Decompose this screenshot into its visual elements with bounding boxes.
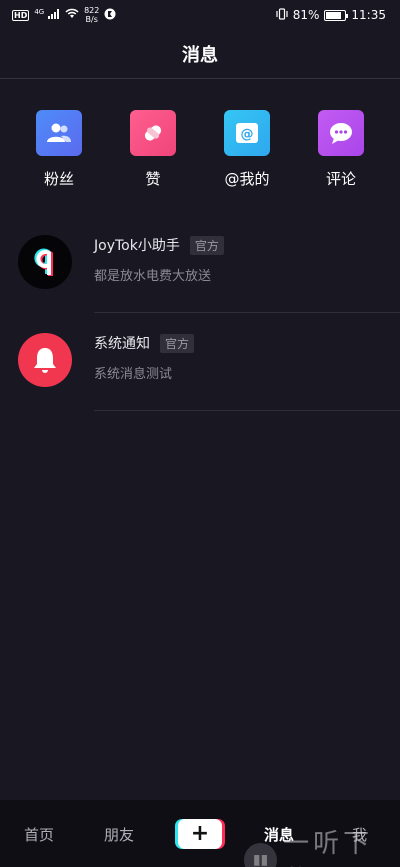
hd-badge: HD — [12, 9, 30, 21]
nav-me[interactable]: 我 — [352, 824, 367, 845]
message-body: JoyTok小助手 官方 都是放水电费大放送 — [94, 235, 400, 284]
message-title-row: 系统通知 官方 — [94, 333, 400, 353]
category-likes[interactable]: 赞 — [118, 110, 188, 189]
message-title: 系统通知 — [94, 336, 150, 352]
svg-text:@: @ — [241, 127, 254, 142]
network-type: 4G — [34, 8, 45, 16]
category-label: 粉丝 — [43, 170, 74, 188]
message-body: 系统通知 官方 系统消息测试 — [94, 333, 400, 382]
battery-icon — [324, 9, 349, 21]
official-badge: 官方 — [189, 235, 224, 255]
category-label: 评论 — [325, 170, 356, 188]
heart-icon — [130, 110, 176, 156]
network-speed-unit: B/s — [85, 15, 98, 24]
message-title-row: JoyTok小助手 官方 — [94, 235, 400, 255]
message-title: JoyTok小助手 — [94, 238, 180, 254]
battery-percent: 81% — [292, 8, 320, 22]
comment-icon — [318, 110, 364, 156]
category-label: 赞 — [145, 170, 161, 188]
message-preview: 都是放水电费大放送 — [94, 269, 212, 284]
category-comments[interactable]: 评论 — [306, 110, 376, 189]
message-list: JoyTok小助手 官方 都是放水电费大放送 系统通知 官方 系统消息测试 — [0, 215, 400, 411]
nav-home[interactable]: 首页 — [24, 824, 54, 845]
status-bar: HD 4G 822 B/s 81% 11:35 — [0, 0, 400, 30]
fans-icon — [36, 110, 82, 156]
clock: 11:35 — [351, 8, 386, 22]
divider — [94, 410, 400, 411]
official-badge: 官方 — [160, 333, 195, 353]
nav-friends[interactable]: 朋友 — [104, 824, 134, 845]
bell-icon — [18, 333, 72, 387]
signal-icon: 4G — [34, 8, 60, 22]
joytok-logo-icon — [18, 235, 72, 289]
create-button[interactable]: + — [175, 819, 225, 849]
page-header: 消息 — [0, 30, 400, 79]
bottom-nav: 首页 朋友 + 消息 我 — [0, 800, 400, 867]
plus-icon: + — [178, 819, 222, 849]
message-item-system[interactable]: 系统通知 官方 系统消息测试 — [0, 313, 400, 411]
category-fans[interactable]: 粉丝 — [24, 110, 94, 189]
vibrate-icon — [276, 7, 288, 23]
network-speed-value: 822 — [84, 6, 100, 15]
network-speed: 822 B/s — [84, 6, 99, 24]
vpn-icon — [104, 8, 116, 23]
message-preview: 系统消息测试 — [94, 367, 173, 382]
status-right: 81% 11:35 — [276, 7, 386, 23]
nav-messages[interactable]: 消息 — [264, 824, 294, 845]
status-left: HD 4G 822 B/s — [12, 6, 116, 24]
wifi-icon — [65, 8, 79, 22]
at-icon: @ — [224, 110, 270, 156]
category-mentions[interactable]: @ @我的 — [212, 110, 282, 189]
battery-fill — [326, 11, 341, 19]
page-title: 消息 — [182, 45, 218, 66]
category-label: @我的 — [224, 170, 270, 188]
message-item-joytok[interactable]: JoyTok小助手 官方 都是放水电费大放送 — [0, 215, 400, 313]
message-categories: 粉丝 赞 @ @我的 评论 — [0, 110, 400, 189]
